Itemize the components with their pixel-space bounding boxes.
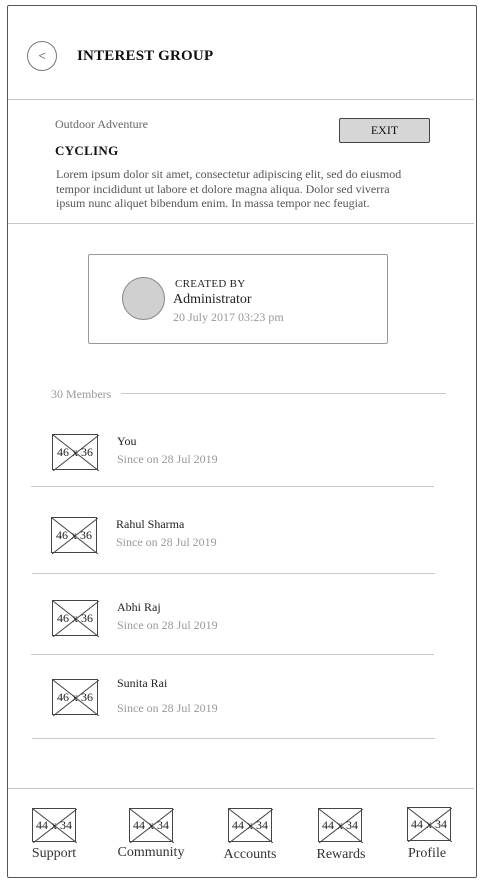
profile-icon[interactable]: 44 x 34 [407, 807, 452, 842]
member-avatar: 46 x 36 [51, 517, 98, 554]
member-divider [31, 486, 434, 487]
back-button[interactable]: < [27, 41, 57, 71]
nav-label-accounts[interactable]: Accounts [205, 847, 295, 863]
member-name: Rahul Sharma [116, 517, 185, 531]
nav-label-rewards[interactable]: Rewards [296, 847, 386, 863]
group-name: CYCLING [55, 143, 119, 158]
member-divider [32, 573, 435, 574]
icon-size-label: 44 x 34 [133, 818, 169, 832]
avatar-size-label: 46 x 36 [56, 528, 92, 542]
member-avatar: 46 x 36 [52, 600, 99, 637]
rewards-icon[interactable]: 44 x 34 [318, 808, 363, 843]
page-title: INTEREST GROUP [77, 48, 214, 64]
accounts-icon[interactable]: 44 x 34 [228, 808, 273, 843]
nav-label-community[interactable]: Community [106, 845, 196, 861]
icon-size-label: 44 x 34 [36, 818, 72, 832]
created-by-label: CREATED BY [175, 278, 246, 290]
member-since: Since on 28 Jul 2019 [117, 452, 218, 466]
group-divider [8, 223, 474, 224]
group-category: Outdoor Adventure [55, 117, 148, 131]
support-icon[interactable]: 44 x 34 [32, 808, 77, 843]
nav-label-support[interactable]: Support [9, 846, 99, 862]
member-since: Since on 28 Jul 2019 [117, 701, 218, 715]
member-name: You [117, 434, 137, 448]
exit-button[interactable]: EXIT [339, 118, 430, 143]
nav-label-profile[interactable]: Profile [382, 846, 472, 862]
icon-size-label: 44 x 34 [232, 818, 268, 832]
member-name: Abhi Raj [117, 600, 161, 614]
header-divider [8, 99, 474, 100]
members-divider [121, 393, 446, 394]
member-divider [32, 738, 435, 739]
avatar-size-label: 46 x 36 [57, 690, 93, 704]
member-divider [31, 654, 434, 655]
creator-avatar [122, 277, 165, 320]
member-since: Since on 28 Jul 2019 [116, 535, 217, 549]
member-name: Sunita Rai [117, 676, 168, 690]
creator-name: Administrator [173, 292, 252, 307]
members-count: 30 Members [51, 387, 112, 401]
bottom-nav-divider [8, 788, 474, 789]
member-avatar: 46 x 36 [52, 679, 99, 716]
member-avatar: 46 x 36 [52, 434, 99, 471]
icon-size-label: 44 x 34 [411, 817, 447, 831]
avatar-size-label: 46 x 36 [57, 611, 93, 625]
creator-date: 20 July 2017 03:23 pm [173, 310, 284, 324]
group-description: Lorem ipsum dolor sit amet, consectetur … [56, 167, 402, 210]
icon-size-label: 44 x 34 [322, 818, 358, 832]
avatar-size-label: 46 x 36 [57, 445, 93, 459]
member-since: Since on 28 Jul 2019 [117, 618, 218, 632]
community-icon[interactable]: 44 x 34 [129, 808, 174, 843]
